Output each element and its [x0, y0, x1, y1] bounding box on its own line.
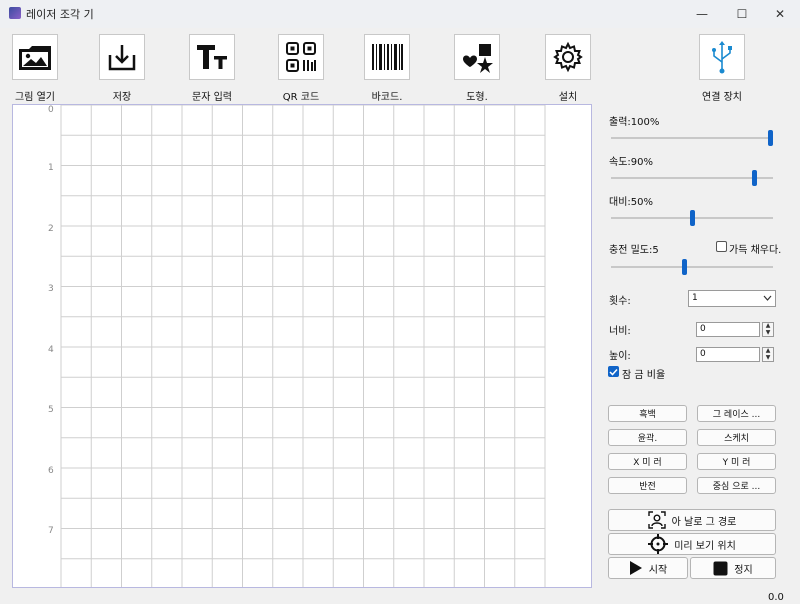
open-image-button[interactable]: [12, 34, 58, 80]
y-axis-label: 2: [48, 224, 54, 234]
text-icon: [197, 45, 227, 69]
title-bar: [0, 0, 800, 28]
y-mirror-button[interactable]: Y 미 러: [697, 453, 776, 470]
connect-device-label: 연결 장치: [702, 92, 742, 103]
crosshair-icon: [648, 534, 669, 554]
speed-label: 속도:90%: [609, 157, 653, 168]
engraving-canvas[interactable]: 0 1 2 3 4 5 6 7: [12, 104, 592, 588]
close-icon[interactable]: ✕: [760, 0, 800, 28]
gear-icon: [553, 41, 583, 73]
invert-button[interactable]: 반전: [608, 477, 687, 494]
speed-slider[interactable]: [611, 170, 773, 186]
chevron-down-icon: [763, 295, 772, 301]
app-icon: [9, 7, 21, 19]
width-label: 너비:: [609, 326, 631, 337]
shape-label: 도형.: [466, 92, 488, 103]
stop-label: 정지: [734, 564, 753, 576]
y-axis-label: 7: [48, 526, 54, 536]
preview-position-button[interactable]: 미리 보기 위치: [608, 533, 776, 555]
minimize-icon[interactable]: —: [682, 0, 722, 28]
y-axis-label: 6: [48, 466, 54, 476]
qr-code-icon: [286, 42, 316, 72]
usb-icon: [712, 41, 732, 74]
y-axis-label: 1: [48, 163, 54, 173]
barcode-icon: [372, 44, 403, 70]
lock-ratio-label: 잠 금 비율: [622, 370, 666, 381]
engrave-path-button[interactable]: 아 날로 그 경로: [608, 509, 776, 531]
stop-icon: [713, 561, 728, 575]
shape-button[interactable]: [454, 34, 500, 80]
settings-button[interactable]: [545, 34, 591, 80]
y-axis-label: 5: [48, 405, 54, 415]
contrast-slider[interactable]: [611, 210, 773, 226]
power-slider[interactable]: [611, 130, 773, 146]
qr-code-button[interactable]: [278, 34, 324, 80]
count-value: 1: [692, 293, 698, 303]
height-spinner[interactable]: ▲ ▼: [762, 347, 774, 362]
x-mirror-button[interactable]: X 미 러: [608, 453, 687, 470]
count-label: 횟수:: [609, 296, 631, 307]
checkmark-icon: [609, 368, 618, 376]
contrast-slider-thumb[interactable]: [689, 210, 695, 226]
lock-ratio-checkbox[interactable]: [608, 366, 619, 377]
fill-checkbox-label: 가득 채우다.: [729, 245, 782, 256]
width-input[interactable]: 0: [696, 322, 760, 337]
width-spinner[interactable]: ▲ ▼: [762, 322, 774, 337]
fill-density-slider[interactable]: [611, 259, 773, 275]
image-folder-icon: [19, 46, 51, 70]
grayscale-button[interactable]: 그 레이스 ...: [697, 405, 776, 422]
engrave-path-label: 아 날로 그 경로: [671, 516, 737, 528]
center-button[interactable]: 중심 으로 ...: [697, 477, 776, 494]
open-image-label: 그림 열기: [15, 92, 55, 103]
preview-position-label: 미리 보기 위치: [674, 540, 736, 552]
save-label: 저장: [112, 92, 132, 103]
fill-density-label: 충전 밀도:5: [609, 245, 659, 256]
play-icon: [629, 561, 642, 575]
barcode-button[interactable]: [364, 34, 410, 80]
canvas-grid: [60, 105, 546, 587]
barcode-label: 바코드.: [371, 92, 403, 103]
black-white-button[interactable]: 흑백: [608, 405, 687, 422]
power-label: 출력:100%: [609, 117, 660, 128]
text-input-button[interactable]: [189, 34, 235, 80]
maximize-icon[interactable]: ☐: [722, 0, 762, 28]
text-input-label: 문자 입력: [192, 92, 232, 103]
sketch-button[interactable]: 스케치: [697, 429, 776, 446]
window-title: 레이저 조각 기: [26, 8, 94, 21]
qr-code-label: QR 코드: [282, 92, 320, 103]
settings-label: 설치: [558, 92, 578, 103]
fill-density-slider-thumb[interactable]: [682, 259, 688, 275]
height-label: 높이:: [609, 351, 631, 362]
y-axis-label: 3: [48, 284, 54, 294]
start-label: 시작: [648, 564, 668, 576]
status-value: 0.0: [768, 592, 784, 603]
height-input[interactable]: 0: [696, 347, 760, 362]
shapes-icon: [463, 44, 493, 73]
power-slider-thumb[interactable]: [768, 130, 773, 146]
download-icon: [108, 45, 136, 71]
save-button[interactable]: [99, 34, 145, 80]
start-button[interactable]: 시작: [608, 557, 688, 579]
connect-device-button[interactable]: [699, 34, 745, 80]
contrast-label: 대비:50%: [609, 197, 653, 208]
stop-button[interactable]: 정지: [690, 557, 776, 579]
user-frame-icon: [647, 511, 666, 529]
speed-slider-thumb[interactable]: [752, 170, 758, 186]
count-dropdown[interactable]: 1: [688, 290, 776, 307]
fill-checkbox[interactable]: [716, 241, 727, 252]
y-axis-label: 0: [48, 105, 54, 115]
outline-button[interactable]: 윤곽.: [608, 429, 687, 446]
y-axis-label: 4: [48, 345, 54, 355]
